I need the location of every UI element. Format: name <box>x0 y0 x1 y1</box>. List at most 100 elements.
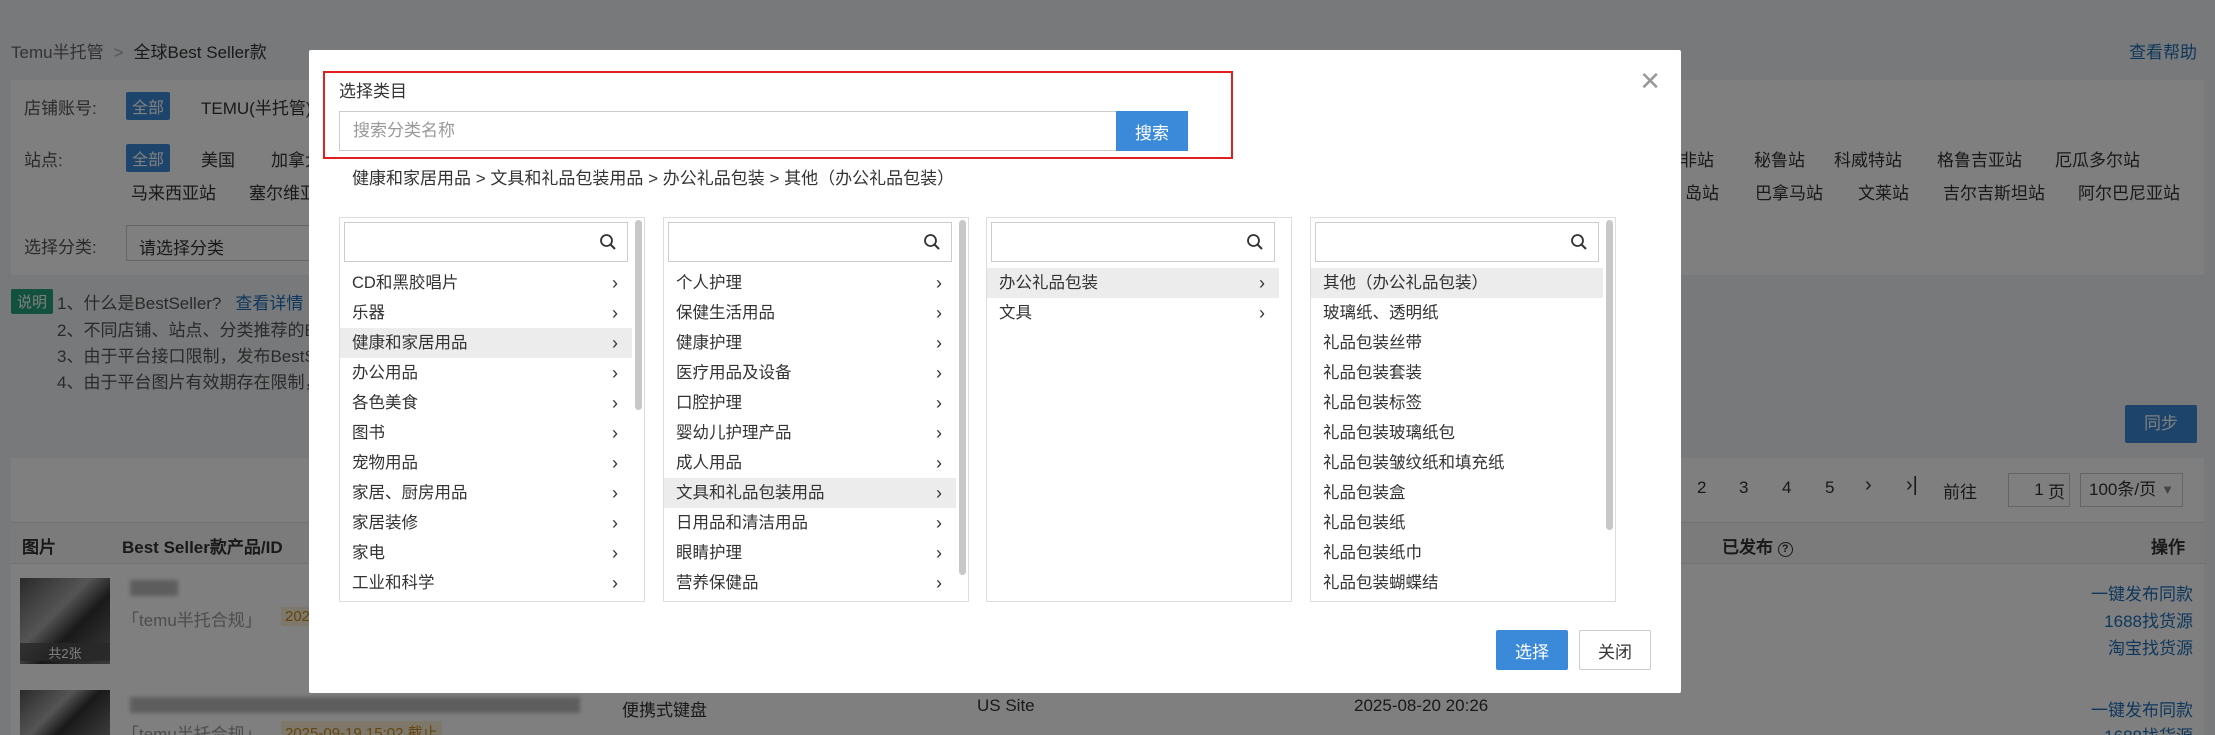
category-item-label: 礼品包装纸 <box>1323 514 1406 532</box>
category-item-label: 礼品包装套装 <box>1323 364 1422 382</box>
category-item[interactable]: 家居、厨房用品 › <box>340 478 632 508</box>
category-item-label: 宠物用品 <box>352 454 418 472</box>
category-item-label: 日用品和清洁用品 <box>676 514 808 532</box>
category-item[interactable]: 图书 › <box>340 418 632 448</box>
category-item-label: 礼品包装皱纹纸和填充纸 <box>1323 454 1505 472</box>
category-item-label: 办公礼品包装 <box>999 274 1098 292</box>
category-item[interactable]: 家电 › <box>340 538 632 568</box>
chevron-right-icon: › <box>1259 303 1265 323</box>
category-item[interactable]: 礼品包装蝴蝶结 <box>1311 568 1603 598</box>
category-item-label: 其他（办公礼品包装） <box>1323 274 1488 292</box>
category-item[interactable]: 玻璃纸、透明纸 <box>1311 298 1603 328</box>
category-column-1: CD和黑胶唱片 › 乐器 › 健康和家居用品 › 办公用品 › 各色美食 › 图书 › 宠物用品 › 家居、… <box>339 217 645 602</box>
category-item-label: 成人用品 <box>676 454 742 472</box>
chevron-right-icon: › <box>936 483 942 503</box>
scrollbar[interactable] <box>635 220 642 599</box>
search-button[interactable]: 搜索 <box>1116 111 1188 151</box>
category-item-label: 营养保健品 <box>676 574 759 592</box>
category-search-input[interactable] <box>339 111 1117 151</box>
chevron-right-icon: › <box>936 393 942 413</box>
category-item[interactable]: 礼品包装皱纹纸和填充纸 <box>1311 448 1603 478</box>
category-item-label: 乐器 <box>352 304 385 322</box>
column-filter-input[interactable] <box>1315 222 1599 262</box>
chevron-right-icon: › <box>612 363 618 383</box>
category-item[interactable]: 个人护理 › <box>664 268 956 298</box>
chevron-right-icon: › <box>612 573 618 593</box>
category-item[interactable]: 健康和家居用品 › <box>340 328 632 358</box>
category-column-3: 办公礼品包装 › 文具 › <box>986 217 1292 602</box>
close-button[interactable]: 关闭 <box>1579 630 1651 670</box>
search-icon <box>600 234 616 250</box>
select-button[interactable]: 选择 <box>1496 630 1568 670</box>
chevron-right-icon: › <box>612 333 618 353</box>
search-icon <box>1571 234 1587 250</box>
category-item[interactable]: 礼品包装纸巾 <box>1311 538 1603 568</box>
category-item[interactable]: 工业和科学 › <box>340 568 632 598</box>
category-item[interactable]: 各色美食 › <box>340 388 632 418</box>
category-list: CD和黑胶唱片 › 乐器 › 健康和家居用品 › 办公用品 › 各色美食 › 图书 › 宠物用品 › 家居、… <box>340 268 632 598</box>
chevron-right-icon: › <box>936 573 942 593</box>
chevron-right-icon: › <box>936 303 942 323</box>
category-item[interactable]: 乐器 › <box>340 298 632 328</box>
chevron-right-icon: › <box>936 363 942 383</box>
chevron-right-icon: › <box>936 543 942 563</box>
chevron-right-icon: › <box>612 273 618 293</box>
chevron-right-icon: › <box>936 513 942 533</box>
scrollbar-thumb[interactable] <box>1606 220 1613 530</box>
category-item[interactable]: 礼品包装纸 <box>1311 508 1603 538</box>
category-item[interactable]: 办公用品 › <box>340 358 632 388</box>
category-item[interactable]: 宠物用品 › <box>340 448 632 478</box>
close-icon[interactable]: ✕ <box>1639 68 1661 94</box>
category-item[interactable]: 日用品和清洁用品 › <box>664 508 956 538</box>
category-item[interactable]: 医疗用品及设备 › <box>664 358 956 388</box>
category-item-label: 礼品包装盒 <box>1323 484 1406 502</box>
scrollbar-thumb[interactable] <box>635 220 642 410</box>
category-item[interactable]: 礼品包装盒 <box>1311 478 1603 508</box>
category-item[interactable]: 眼睛护理 › <box>664 538 956 568</box>
search-icon <box>1247 234 1263 250</box>
scrollbar[interactable] <box>959 220 966 599</box>
modal-title: 选择类目 <box>339 82 407 101</box>
category-item[interactable]: 营养保健品 › <box>664 568 956 598</box>
category-item-label: 各色美食 <box>352 394 418 412</box>
category-item[interactable]: 办公礼品包装 › <box>987 268 1279 298</box>
category-item-label: 健康和家居用品 <box>352 334 468 352</box>
chevron-right-icon: › <box>1259 273 1265 293</box>
category-item[interactable]: 成人用品 › <box>664 448 956 478</box>
category-item[interactable]: 婴幼儿护理产品 › <box>664 418 956 448</box>
search-icon <box>924 234 940 250</box>
chevron-right-icon: › <box>936 273 942 293</box>
category-item[interactable]: 保健生活用品 › <box>664 298 956 328</box>
category-item[interactable]: CD和黑胶唱片 › <box>340 268 632 298</box>
category-item-label: 礼品包装蝴蝶结 <box>1323 574 1439 592</box>
category-item[interactable]: 健康护理 › <box>664 328 956 358</box>
category-column-2: 个人护理 › 保健生活用品 › 健康护理 › 医疗用品及设备 › 口腔护理 › 婴幼儿护理产品 › 成人… <box>663 217 969 602</box>
column-filter-input[interactable] <box>668 222 952 262</box>
category-item[interactable]: 礼品包装丝带 <box>1311 328 1603 358</box>
category-item[interactable]: 礼品包装套装 <box>1311 358 1603 388</box>
column-filter-input[interactable] <box>991 222 1275 262</box>
category-item[interactable]: 礼品包装玻璃纸包 <box>1311 418 1603 448</box>
category-item[interactable]: 文具 › <box>987 298 1279 328</box>
category-item-label: 家居、厨房用品 <box>352 484 468 502</box>
scrollbar[interactable] <box>1606 220 1613 599</box>
selected-category-path: 健康和家居用品 > 文具和礼品包装用品 > 办公礼品包装 > 其他（办公礼品包装… <box>352 169 955 188</box>
category-item-label: 婴幼儿护理产品 <box>676 424 792 442</box>
category-item-label: 文具 <box>999 304 1032 322</box>
category-item-label: 礼品包装纸巾 <box>1323 544 1422 562</box>
category-item[interactable]: 礼品包装标签 <box>1311 388 1603 418</box>
category-list: 其他（办公礼品包装） 玻璃纸、透明纸 礼品包装丝带礼品包装套装礼品包装标签 礼品包装玻… <box>1311 268 1603 598</box>
chevron-right-icon: › <box>936 333 942 353</box>
scrollbar-thumb[interactable] <box>959 220 966 575</box>
chevron-right-icon: › <box>612 483 618 503</box>
chevron-right-icon: › <box>612 393 618 413</box>
column-filter-input[interactable] <box>344 222 628 262</box>
category-item-label: 健康护理 <box>676 334 742 352</box>
chevron-right-icon: › <box>936 423 942 443</box>
category-item-label: 图书 <box>352 424 385 442</box>
chevron-right-icon: › <box>612 543 618 563</box>
category-item[interactable]: 口腔护理 › <box>664 388 956 418</box>
category-item[interactable]: 其他（办公礼品包装） <box>1311 268 1603 298</box>
category-item[interactable]: 家居装修 › <box>340 508 632 538</box>
category-item[interactable]: 文具和礼品包装用品 › <box>664 478 956 508</box>
